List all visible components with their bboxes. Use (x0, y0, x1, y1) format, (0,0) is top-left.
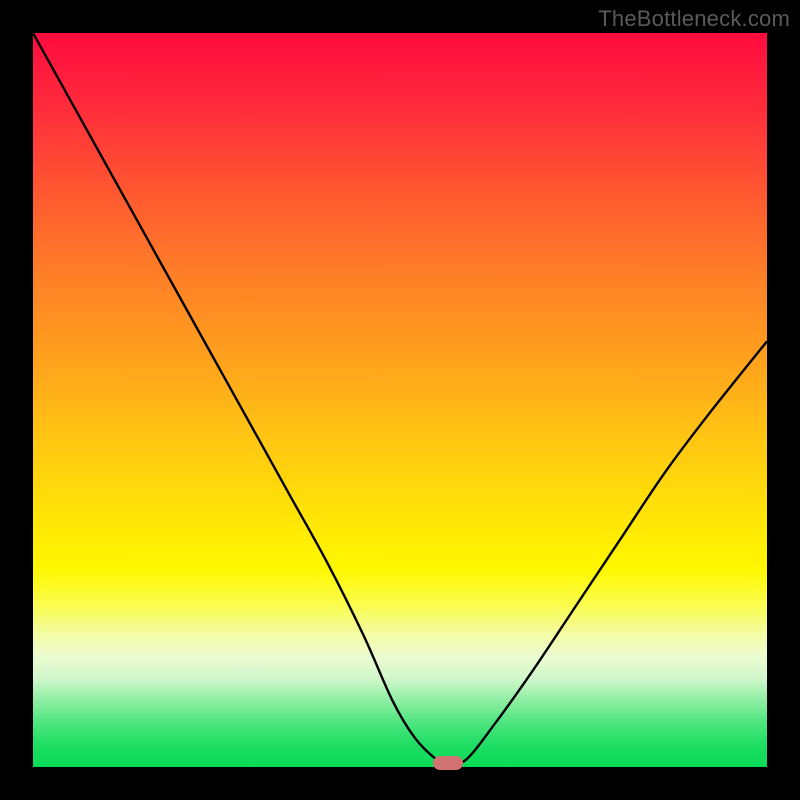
bottleneck-curve (33, 33, 767, 767)
optimal-point-marker (433, 756, 463, 770)
plot-area (33, 33, 767, 767)
watermark-text: TheBottleneck.com (598, 6, 790, 32)
chart-container: TheBottleneck.com (0, 0, 800, 800)
